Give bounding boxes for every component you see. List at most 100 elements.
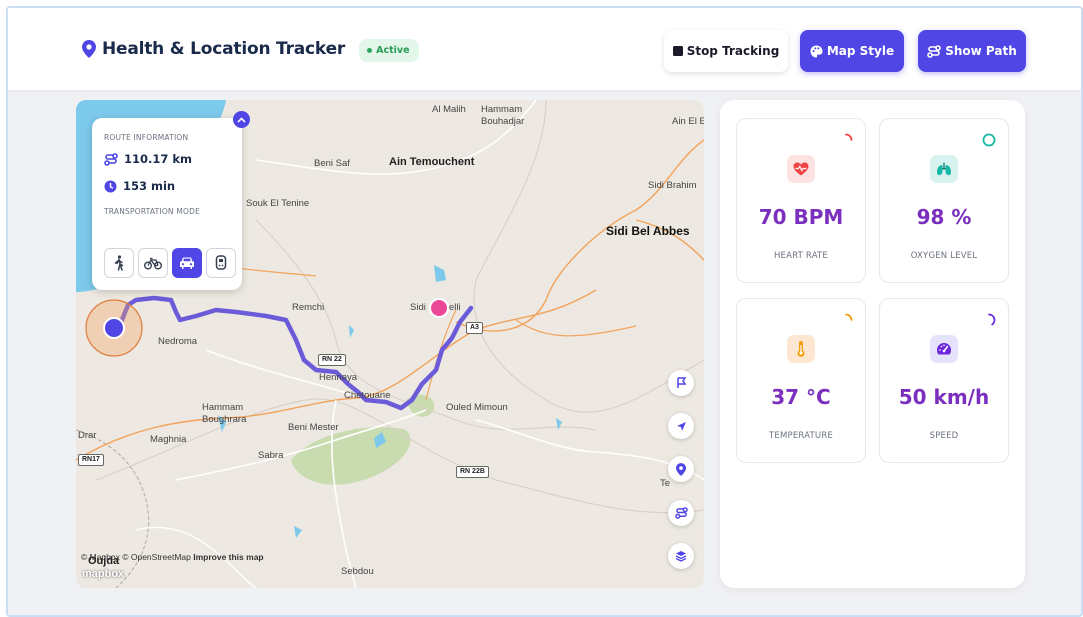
map-label: Boughrara (202, 414, 247, 425)
progress-ring (845, 133, 853, 141)
header: Health & Location Tracker Active Stop Tr… (8, 8, 1081, 90)
route-icon (104, 152, 118, 166)
map-label: Souk El Tenine (246, 198, 310, 209)
palette-icon (810, 45, 823, 57)
map-attribution: © Mapbox © OpenStreetMap Improve this ma… (81, 552, 264, 562)
mode-transit-button[interactable] (206, 248, 236, 278)
layers-control-button[interactable] (668, 543, 694, 569)
map-label: Drar (78, 430, 97, 441)
map-label: Sebdou (341, 566, 374, 577)
map-label: Hammam (202, 402, 244, 413)
map-label: Sidi Brahim (648, 180, 697, 191)
map-label: Ain El E (672, 116, 704, 127)
layers-icon (675, 551, 687, 562)
map-label: Bouhadjar (481, 116, 525, 127)
map-label: Remchi (292, 302, 325, 313)
progress-ring (982, 133, 996, 147)
stop-tracking-button[interactable]: Stop Tracking (664, 30, 788, 72)
map-label: Sidi (410, 302, 426, 313)
clock-icon (104, 180, 117, 192)
temperature-label: TEMPERATURE (769, 431, 833, 441)
attribution-text: © Mapbox © OpenStreetMap (81, 552, 191, 562)
navigate-icon (676, 421, 686, 431)
lungs-icon (937, 162, 951, 176)
route-duration: 153 min (104, 179, 175, 193)
oxygen-level-value: 98 % (916, 205, 972, 229)
title-group: Health & Location Tracker Active (82, 36, 419, 62)
mode-car-button[interactable] (172, 248, 202, 278)
route-info-card: ROUTE INFORMATION 110.17 km 153 min TRAN… (92, 111, 250, 290)
heart-icon-box (787, 155, 815, 183)
route-info-heading: ROUTE INFORMATION (104, 133, 189, 142)
stop-icon (672, 46, 683, 56)
heart-pulse-icon (793, 162, 809, 176)
temperature-value: 37 °C (771, 385, 831, 409)
collapse-button[interactable] (233, 111, 250, 128)
map-label: Te (660, 478, 671, 489)
map-view[interactable]: Al Malih Hammam Bouhadjar Ain El E Beni … (76, 100, 704, 588)
stat-card-oxygen: 98 % OXYGEN LEVEL (879, 118, 1009, 283)
improve-map-link[interactable]: Improve this map (193, 552, 263, 562)
progress-ring (845, 313, 853, 321)
location-pin-icon (676, 462, 686, 476)
location-pin-icon (82, 40, 96, 58)
thermometer-icon (797, 341, 805, 357)
route-icon (674, 507, 688, 519)
map-label: Nedroma (158, 336, 198, 347)
stop-tracking-label: Stop Tracking (686, 44, 780, 58)
transit-icon (215, 255, 227, 270)
status-dot (367, 48, 373, 53)
oxygen-level-label: OXYGEN LEVEL (910, 251, 978, 261)
stat-card-temperature: 37 °C TEMPERATURE (736, 298, 866, 463)
route-control-button[interactable] (668, 500, 694, 526)
navigate-control-button[interactable] (668, 413, 694, 439)
map-label: Maghnia (150, 434, 187, 445)
show-path-button[interactable]: Show Path (918, 30, 1026, 72)
road-shield: RN 22B (456, 466, 489, 478)
map-label: Sabra (258, 450, 284, 461)
car-icon (180, 257, 194, 269)
location-control-button[interactable] (668, 456, 694, 482)
stat-card-speed: 50 km/h SPEED (879, 298, 1009, 463)
stat-card-heart-rate: 70 BPM HEART RATE (736, 118, 866, 283)
app-window: Health & Location Tracker Active Stop Tr… (6, 6, 1083, 617)
map-label: Chetouane (344, 390, 391, 401)
map-style-button[interactable]: Map Style (800, 30, 904, 72)
mode-walk-button[interactable] (104, 248, 134, 278)
progress-ring-arc (845, 313, 853, 321)
status-badge: Active (359, 39, 419, 62)
progress-ring (988, 313, 996, 326)
map-label: Beni Saf (314, 158, 350, 169)
speedometer-icon-box (930, 335, 958, 363)
bike-icon (144, 257, 162, 270)
map-style-label: Map Style (826, 44, 895, 58)
speed-value: 50 km/h (898, 385, 990, 409)
map-label: elli (449, 302, 461, 313)
transport-mode-group (104, 248, 240, 278)
map-label: Ain Temouchent (389, 156, 475, 168)
map-label: Al Malih (432, 104, 466, 115)
health-stats-panel: 70 BPM HEART RATE 98 % OXYGEN LEVEL 37 °… (720, 100, 1025, 588)
distance-value: 110.17 km (124, 152, 193, 166)
route-icon (927, 44, 942, 58)
heart-rate-label: HEART RATE (773, 251, 829, 261)
lungs-icon-box (930, 155, 958, 183)
road-shield: RN 22 (318, 354, 346, 366)
chevron-up-icon (237, 116, 246, 123)
speedometer-icon (936, 343, 952, 355)
flag-icon (676, 377, 686, 388)
heart-rate-value: 70 BPM (758, 205, 844, 229)
transport-mode-heading: TRANSPORTATION MODE (104, 207, 201, 216)
road-shield: A3 (466, 322, 483, 334)
mapbox-logo[interactable]: mapbox (82, 568, 124, 580)
status-text: Active (376, 45, 410, 56)
road-shield: RN17 (78, 454, 104, 466)
flag-control-button[interactable] (668, 370, 694, 396)
speed-label: SPEED (929, 431, 959, 441)
mode-bike-button[interactable] (138, 248, 168, 278)
thermometer-icon-box (787, 335, 815, 363)
map-label: Hammam (481, 104, 523, 115)
map-label: Sidi Bel Abbes (606, 224, 690, 238)
progress-ring-arc (988, 313, 996, 326)
page-title: Health & Location Tracker (102, 39, 346, 59)
